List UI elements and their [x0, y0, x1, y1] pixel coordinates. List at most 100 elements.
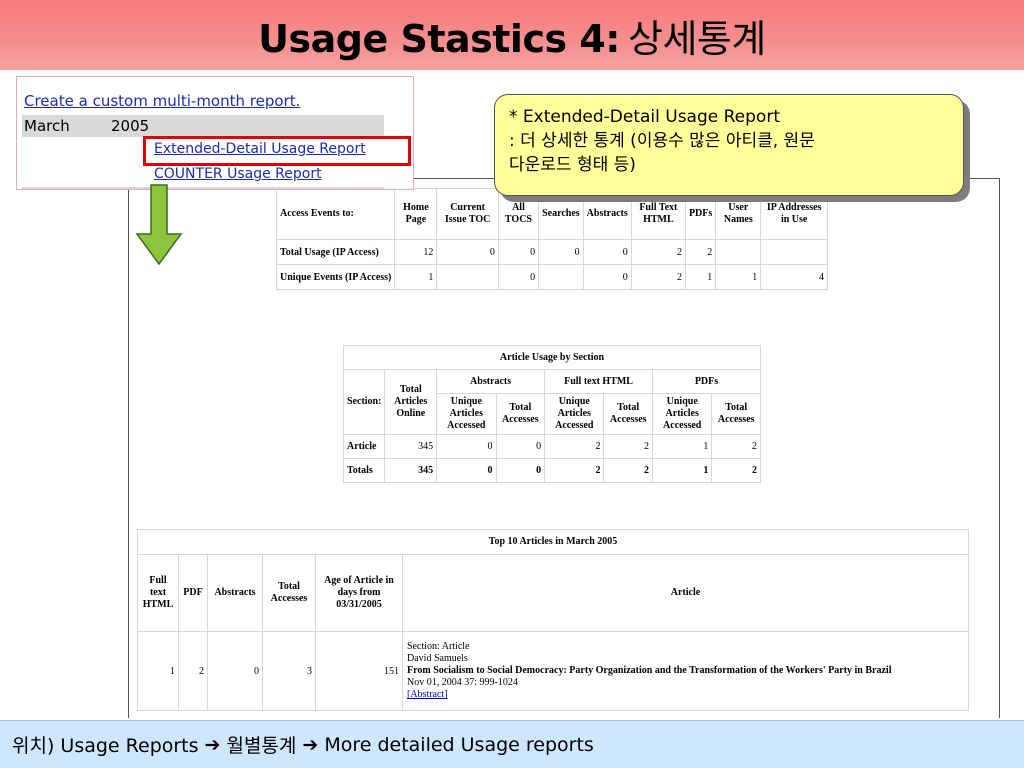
table-cell: 0	[208, 632, 262, 710]
highlight-box	[143, 136, 411, 166]
table-cell: 1	[395, 265, 437, 289]
section-header-label: Section:	[344, 370, 385, 434]
slide-title: Usage Stastics 4: 상세통계	[258, 8, 766, 63]
table-row: Article 345 0 0 2 2 1 2	[344, 435, 760, 458]
footer-prefix: 위치) Usage Reports	[12, 735, 199, 757]
top10-caption: Top 10 Articles in March 2005	[138, 530, 968, 554]
right-arrow-icon: ➔	[204, 733, 221, 756]
article-cell: Section: Article David Samuels From Soci…	[403, 632, 968, 710]
table-cell: 2	[712, 459, 760, 482]
article-title: From Socialism to Social Democracy: Part…	[407, 665, 892, 676]
section-group-pdfs: PDFs	[653, 370, 760, 393]
right-arrow-icon: ➔	[302, 733, 319, 756]
callout-line-1: * Extended-Detail Usage Report	[509, 107, 780, 127]
table-cell: 0	[539, 240, 583, 264]
top10-header-abstracts: Abstracts	[208, 555, 262, 631]
table-cell: 0	[583, 240, 631, 264]
table-cell: 2	[631, 240, 685, 264]
top10-header-age: Age of Article in days from 03/31/2005	[316, 555, 402, 631]
row-label: Unique Events (IP Access)	[277, 265, 395, 289]
callout-box: * Extended-Detail Usage Report : 더 상세한 통…	[494, 94, 964, 196]
top10-header-pdf: PDF	[179, 555, 207, 631]
article-citation: Nov 01, 2004 37: 999-1024	[407, 677, 518, 688]
month-label: March	[24, 117, 70, 135]
article-author: David Samuels	[407, 653, 468, 664]
table-cell: 0	[496, 459, 545, 482]
slide-title-en: Usage Stastics 4:	[258, 16, 620, 61]
table-cell: 1	[653, 435, 712, 458]
table-cell: 2	[685, 240, 716, 264]
abstract-link[interactable]: [Abstract]	[407, 689, 448, 700]
table-cell: 151	[316, 632, 402, 710]
table-cell: 0	[496, 435, 545, 458]
top10-articles-table: Top 10 Articles in March 2005 Full text …	[137, 529, 969, 711]
table-cell: 12	[395, 240, 437, 264]
table-cell: 2	[545, 435, 604, 458]
table-cell: 2	[604, 459, 653, 482]
article-section: Section: Article	[407, 641, 470, 652]
row-label: Article	[344, 435, 385, 458]
footer-path-bar: 위치) Usage Reports ➔ 월별통계 ➔ More detailed…	[0, 720, 1024, 768]
sub-header-unique: Unique Articles Accessed	[653, 394, 712, 434]
table-cell	[761, 240, 827, 264]
custom-report-link[interactable]: Create a custom multi-month report.	[24, 92, 300, 110]
access-header-home: Home Page	[395, 189, 437, 239]
sub-header-total: Total Accesses	[604, 394, 653, 434]
footer-middle: 월별통계	[226, 735, 297, 757]
section-usage-table: Article Usage by Section Section: Total …	[343, 345, 761, 483]
table-cell: 3	[263, 632, 315, 710]
table-cell: 0	[437, 435, 496, 458]
row-label: Total Usage (IP Access)	[277, 240, 395, 264]
table-row: Totals 345 0 0 2 2 1 2	[344, 459, 760, 482]
table-row: Unique Events (IP Access) 1 0 0 2 1 1 4	[277, 265, 827, 289]
table-row: 1 2 0 3 151 Section: Article David Samue…	[138, 632, 968, 710]
table-cell: 0	[498, 240, 539, 264]
table-cell: 2	[545, 459, 604, 482]
section-header-total-online: Total Articles Online	[385, 370, 437, 434]
table-cell: 1	[653, 459, 712, 482]
table-cell	[437, 265, 498, 289]
table-cell: 2	[631, 265, 685, 289]
footer-suffix: More detailed Usage reports	[324, 733, 594, 756]
section-group-fulltext: Full text HTML	[545, 370, 653, 393]
divider	[22, 187, 384, 189]
slide-title-ko: 상세통계	[627, 16, 766, 61]
callout-line-3: 다운로드 형태 등)	[509, 155, 636, 175]
table-cell: 1	[685, 265, 716, 289]
report-nav-panel: Create a custom multi-month report. Marc…	[16, 76, 414, 190]
access-events-table: Access Events to: Home Page Current Issu…	[276, 188, 828, 290]
top10-header-total: Total Accesses	[263, 555, 315, 631]
section-group-abstracts: Abstracts	[437, 370, 545, 393]
table-cell: 345	[385, 459, 437, 482]
table-cell: 2	[712, 435, 760, 458]
down-arrow-icon	[135, 184, 183, 266]
table-cell	[716, 240, 761, 264]
year-label: 2005	[111, 117, 150, 135]
callout-line-2: : 더 상세한 통계 (이용수 많은 아티클, 원문	[509, 131, 815, 151]
access-header-current-toc: Current Issue TOC	[437, 189, 498, 239]
table-cell: 4	[761, 265, 827, 289]
section-table-caption: Article Usage by Section	[344, 346, 760, 369]
table-cell	[539, 265, 583, 289]
sub-header-unique: Unique Articles Accessed	[437, 394, 496, 434]
sub-header-total: Total Accesses	[496, 394, 545, 434]
counter-report-link[interactable]: COUNTER Usage Report	[154, 166, 322, 182]
table-cell: 1	[716, 265, 761, 289]
table-cell: 0	[437, 459, 496, 482]
sub-header-unique: Unique Articles Accessed	[545, 394, 604, 434]
table-cell: 2	[179, 632, 207, 710]
sub-header-total: Total Accesses	[712, 394, 760, 434]
access-header-label: Access Events to:	[277, 189, 395, 239]
table-cell: 0	[583, 265, 631, 289]
top10-header-article: Article	[403, 555, 968, 631]
table-cell: 345	[385, 435, 437, 458]
month-row: March 2005	[22, 115, 384, 137]
table-cell: 0	[498, 265, 539, 289]
table-cell: 1	[138, 632, 178, 710]
slide-title-bar: Usage Stastics 4: 상세통계	[0, 0, 1024, 70]
row-label: Totals	[344, 459, 385, 482]
table-row: Total Usage (IP Access) 12 0 0 0 0 2 2	[277, 240, 827, 264]
table-cell: 2	[604, 435, 653, 458]
table-cell: 0	[437, 240, 498, 264]
top10-header-fulltext: Full text HTML	[138, 555, 178, 631]
